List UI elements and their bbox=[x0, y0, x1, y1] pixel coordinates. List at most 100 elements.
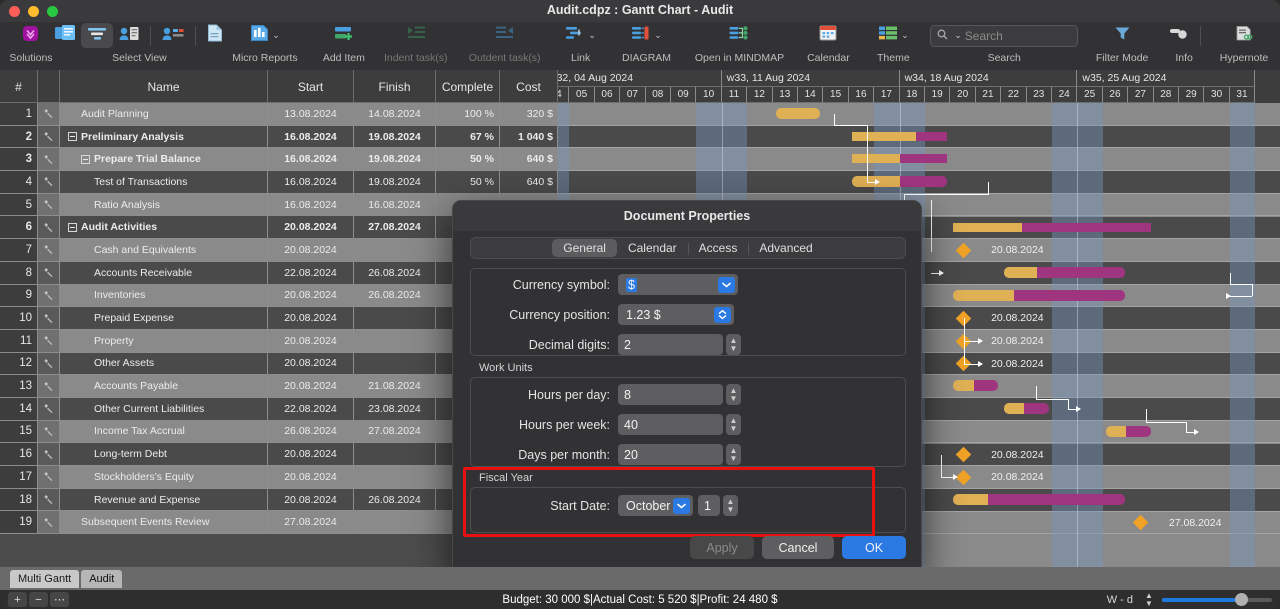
row-name[interactable]: Cash and Equivalents bbox=[60, 239, 268, 262]
micro-reports-button[interactable]: ⌄ bbox=[244, 23, 286, 48]
row-finish[interactable]: 27.08.2024 bbox=[354, 216, 436, 239]
row-expander[interactable] bbox=[68, 132, 77, 141]
search-chevron-down-icon[interactable]: ⌄ bbox=[954, 31, 962, 40]
row-name[interactable]: Other Current Liabilities bbox=[60, 398, 268, 421]
row-finish[interactable] bbox=[354, 307, 436, 330]
zoom-slider-thumb[interactable] bbox=[1235, 593, 1248, 606]
row-cost[interactable]: 1 040 $ bbox=[500, 126, 558, 149]
row-expander[interactable] bbox=[81, 155, 90, 164]
row-start[interactable]: 20.08.2024 bbox=[268, 216, 354, 239]
row-finish[interactable]: 26.08.2024 bbox=[354, 285, 436, 308]
stepper-down-icon-dpm[interactable]: ▼ bbox=[730, 456, 738, 462]
sheet-tab-audit[interactable]: Audit bbox=[81, 570, 122, 588]
tab-calendar[interactable]: Calendar bbox=[617, 239, 688, 257]
gantt-row[interactable] bbox=[558, 103, 1280, 126]
row-finish[interactable]: 26.08.2024 bbox=[354, 489, 436, 512]
decimal-digits-input[interactable]: 2 bbox=[618, 334, 723, 355]
row-name[interactable]: Audit Planning bbox=[60, 103, 268, 126]
zoom-unit-stepper[interactable]: ▲ ▼ bbox=[1143, 589, 1155, 609]
row-name[interactable]: Revenue and Expense bbox=[60, 489, 268, 512]
stepper-up-icon-fiscal[interactable]: ▲ bbox=[727, 499, 735, 505]
row-type-icon[interactable] bbox=[38, 194, 60, 217]
stepper-down-icon[interactable]: ▼ bbox=[730, 346, 738, 352]
view-resources-button[interactable] bbox=[156, 23, 190, 48]
hours-per-day-input[interactable]: 8 bbox=[618, 384, 723, 405]
tab-access[interactable]: Access bbox=[688, 239, 749, 257]
hours-per-week-stepper[interactable]: ▲ ▼ bbox=[726, 414, 741, 435]
fiscal-month-dropdown[interactable]: October bbox=[618, 495, 693, 516]
row-finish[interactable] bbox=[354, 330, 436, 353]
indent-task-button[interactable] bbox=[400, 23, 432, 48]
column-header-cost[interactable]: Cost bbox=[500, 70, 558, 103]
row-type-icon[interactable] bbox=[38, 330, 60, 353]
row-name[interactable]: Stockholders's Equity bbox=[60, 466, 268, 489]
gantt-task-bar[interactable] bbox=[1004, 403, 1049, 414]
info-button[interactable] bbox=[1163, 23, 1195, 48]
row-type-icon[interactable] bbox=[38, 466, 60, 489]
view-board-button[interactable] bbox=[49, 23, 81, 48]
add-item-button[interactable] bbox=[328, 23, 360, 48]
tab-advanced[interactable]: Advanced bbox=[748, 239, 823, 257]
decimal-digits-stepper[interactable]: ▲ ▼ bbox=[726, 334, 741, 355]
stepper-down-icon-hpd[interactable]: ▼ bbox=[730, 396, 738, 402]
column-header-complete[interactable]: Complete bbox=[436, 70, 500, 103]
stepper-down-icon-fiscal[interactable]: ▼ bbox=[727, 507, 735, 513]
row-name[interactable]: Accounts Payable bbox=[60, 375, 268, 398]
hours-per-week-input[interactable]: 40 bbox=[618, 414, 723, 435]
chevron-down-icon-fiscal-month[interactable] bbox=[673, 498, 690, 514]
row-type-icon[interactable] bbox=[38, 126, 60, 149]
row-start[interactable]: 20.08.2024 bbox=[268, 443, 354, 466]
row-type-icon[interactable] bbox=[38, 307, 60, 330]
diagram-button[interactable]: ⌄ bbox=[625, 23, 668, 48]
row-start[interactable]: 16.08.2024 bbox=[268, 194, 354, 217]
view-document-button[interactable] bbox=[201, 23, 229, 48]
row-name[interactable]: Accounts Receivable bbox=[60, 262, 268, 285]
stepper-down-icon-hpw[interactable]: ▼ bbox=[730, 426, 738, 432]
row-start[interactable]: 27.08.2024 bbox=[268, 511, 354, 534]
row-finish[interactable] bbox=[354, 443, 436, 466]
row-type-icon[interactable] bbox=[38, 398, 60, 421]
gantt-task-bar[interactable] bbox=[1106, 426, 1151, 437]
solutions-button[interactable] bbox=[15, 23, 46, 48]
row-name[interactable]: Test of Transactions bbox=[60, 171, 268, 194]
row-expander[interactable] bbox=[68, 223, 77, 232]
row-start[interactable]: 16.08.2024 bbox=[268, 171, 354, 194]
row-start[interactable]: 22.08.2024 bbox=[268, 262, 354, 285]
view-cards-button[interactable] bbox=[113, 23, 145, 48]
row-start[interactable]: 20.08.2024 bbox=[268, 375, 354, 398]
row-type-icon[interactable] bbox=[38, 353, 60, 376]
row-start[interactable]: 20.08.2024 bbox=[268, 285, 354, 308]
stepper-up-icon-hpw[interactable]: ▲ bbox=[730, 418, 738, 424]
column-header-icon[interactable] bbox=[38, 70, 60, 103]
row-start[interactable]: 20.08.2024 bbox=[268, 307, 354, 330]
row-name[interactable]: Subsequent Events Review bbox=[60, 511, 268, 534]
row-start[interactable]: 20.08.2024 bbox=[268, 466, 354, 489]
zoom-stepper-up-icon[interactable]: ▲ bbox=[1145, 593, 1153, 599]
row-name[interactable]: Preliminary Analysis bbox=[60, 126, 268, 149]
row-finish[interactable]: 27.08.2024 bbox=[354, 421, 436, 444]
apply-button[interactable]: Apply bbox=[690, 536, 754, 559]
sheet-tab-multi-gantt[interactable]: Multi Gantt bbox=[10, 570, 79, 588]
row-name[interactable]: Prepare Trial Balance bbox=[60, 148, 268, 171]
row-type-icon[interactable] bbox=[38, 375, 60, 398]
row-name[interactable]: Audit Activities bbox=[60, 216, 268, 239]
row-complete[interactable]: 100 % bbox=[436, 103, 500, 126]
fiscal-day-input[interactable]: 1 bbox=[698, 495, 720, 516]
row-type-icon[interactable] bbox=[38, 285, 60, 308]
tab-general[interactable]: General bbox=[552, 239, 617, 257]
calendar-button[interactable] bbox=[813, 23, 843, 48]
gantt-summary-bar[interactable] bbox=[953, 223, 1150, 232]
fiscal-day-stepper[interactable]: ▲ ▼ bbox=[723, 495, 738, 516]
row-complete[interactable]: 67 % bbox=[436, 126, 500, 149]
row-type-icon[interactable] bbox=[38, 216, 60, 239]
search-input[interactable]: ⌄ Search bbox=[930, 25, 1078, 47]
column-header-finish[interactable]: Finish bbox=[354, 70, 436, 103]
row-finish[interactable]: 14.08.2024 bbox=[354, 103, 436, 126]
outdent-task-button[interactable] bbox=[489, 23, 521, 48]
filter-mode-button[interactable] bbox=[1108, 23, 1137, 48]
row-name[interactable]: Property bbox=[60, 330, 268, 353]
table-row[interactable]: 3Prepare Trial Balance16.08.202419.08.20… bbox=[0, 148, 558, 171]
row-type-icon[interactable] bbox=[38, 443, 60, 466]
stepper-up-icon[interactable]: ▲ bbox=[730, 338, 738, 344]
open-in-mindmap-button[interactable] bbox=[723, 23, 755, 48]
